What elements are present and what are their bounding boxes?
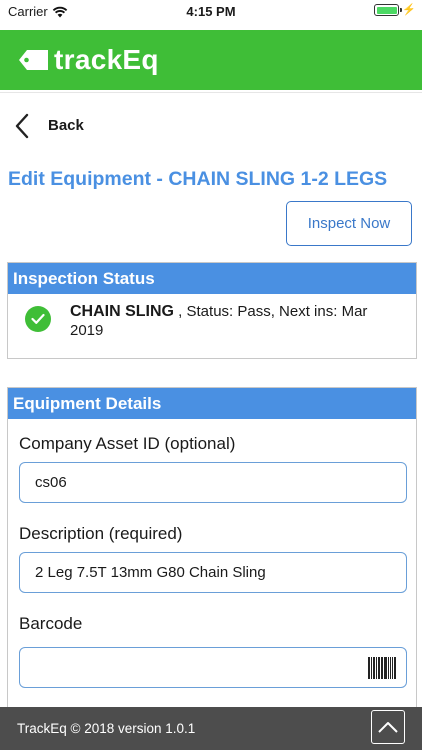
barcode-input[interactable] xyxy=(19,647,407,688)
check-circle-icon xyxy=(25,306,51,332)
inspection-status-body: CHAIN SLING , Status: Pass, Next ins: Ma… xyxy=(8,294,416,358)
page-title: Edit Equipment - CHAIN SLING 1-2 LEGS xyxy=(8,168,388,190)
inspection-status-text: CHAIN SLING , Status: Pass, Next ins: Ma… xyxy=(70,302,370,340)
app-header: trackEq xyxy=(0,30,422,90)
footer: TrackEq © 2018 version 1.0.1 xyxy=(0,707,422,750)
chevron-left-icon xyxy=(15,113,29,138)
copyright-text: TrackEq © 2018 version 1.0.1 xyxy=(17,721,196,736)
tag-icon xyxy=(19,50,48,70)
description-input[interactable]: 2 Leg 7.5T 13mm G80 Chain Sling xyxy=(19,552,407,593)
battery-group: ⚡ xyxy=(374,4,416,16)
barcode-icon[interactable] xyxy=(368,657,396,679)
equipment-details-panel: Equipment Details Company Asset ID (opti… xyxy=(7,387,417,717)
scroll-top-button[interactable] xyxy=(371,710,405,744)
charging-icon: ⚡ xyxy=(402,4,416,16)
asset-id-input[interactable]: cs06 xyxy=(19,462,407,503)
status-bar: Carrier 4:15 PM ⚡ xyxy=(0,0,422,22)
back-button[interactable]: Back xyxy=(0,92,422,158)
asset-id-label: Company Asset ID (optional) xyxy=(19,434,236,453)
battery-icon xyxy=(374,4,403,16)
app-title: trackEq xyxy=(54,44,159,75)
clock: 4:15 PM xyxy=(186,4,236,19)
inspect-now-button[interactable]: Inspect Now xyxy=(286,201,412,246)
barcode-label: Barcode xyxy=(19,614,83,633)
inspection-status-heading: Inspection Status xyxy=(8,263,416,294)
inspection-status-panel: Inspection Status CHAIN SLING , Status: … xyxy=(7,262,417,359)
description-label: Description (required) xyxy=(19,524,183,543)
equipment-details-heading: Equipment Details xyxy=(8,388,416,419)
back-label: Back xyxy=(48,117,84,134)
inspection-item-name: CHAIN SLING xyxy=(70,303,174,320)
chevron-up-icon xyxy=(378,722,398,733)
app-screen: Carrier 4:15 PM ⚡ trackEq Back Edit Equi… xyxy=(0,0,422,750)
